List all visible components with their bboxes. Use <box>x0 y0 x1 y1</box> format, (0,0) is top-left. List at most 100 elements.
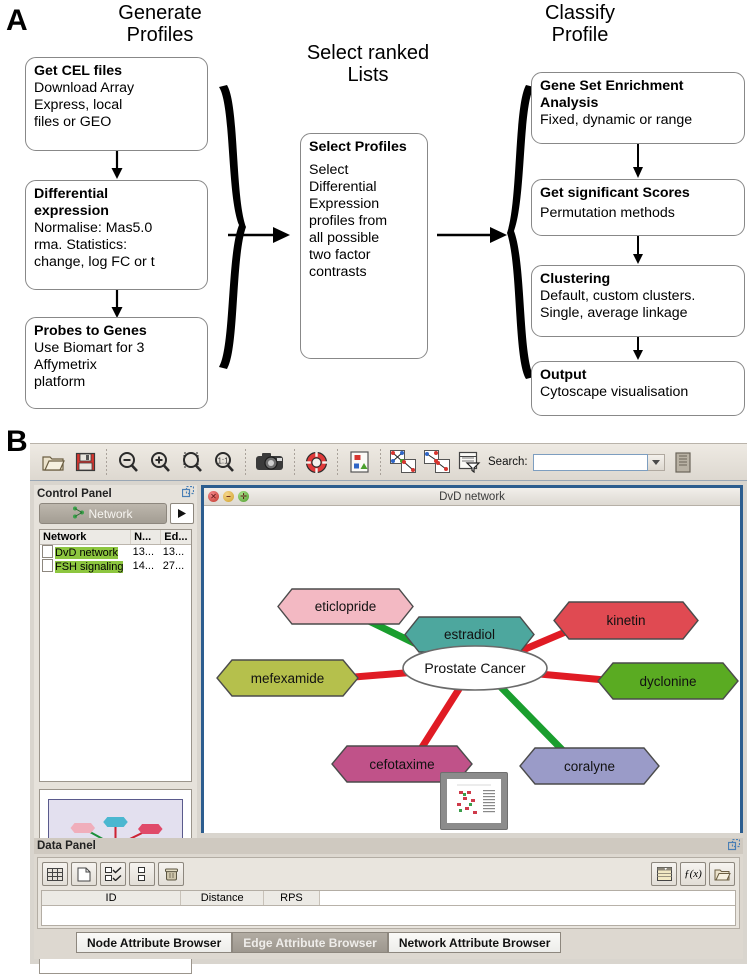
camera-icon[interactable] <box>253 448 287 476</box>
flow-box-line: Cytoscape visualisation <box>540 384 689 401</box>
delete-trash-icon[interactable] <box>158 862 184 886</box>
flow-box-get-significant-scores: Get significant Scores Permutation metho… <box>531 179 745 236</box>
node-label-dyclonine[interactable]: dyclonine <box>598 663 738 699</box>
search-input[interactable] <box>532 453 648 471</box>
search-label: Search: <box>488 456 528 468</box>
arrow-down-icon <box>633 236 643 264</box>
network-list[interactable]: Network N... Ed... DvD network 13... 13.… <box>39 529 192 782</box>
network-merge-icon[interactable] <box>388 448 418 476</box>
lifesaver-help-icon[interactable] <box>302 448 330 476</box>
data-panel-title: Data Panel <box>37 840 96 852</box>
flow-box-get-cel-files: Get CEL files Download Array Express, lo… <box>25 57 208 151</box>
zoom-out-icon[interactable] <box>114 448 142 476</box>
network-window-title: DvD network <box>439 490 505 503</box>
flow-box-heading: Gene Set Enrichment <box>540 78 684 94</box>
data-panel-tabs: Node Attribute Browser Edge Attribute Br… <box>34 932 743 953</box>
flow-box-heading: Get CEL files <box>34 63 123 79</box>
panel-b-letter: B <box>6 425 28 458</box>
column-header-distance[interactable]: Distance <box>180 891 265 906</box>
main-toolbar: 1:1 Search: <box>30 444 747 481</box>
zoom-selected-icon[interactable] <box>178 448 206 476</box>
search-input-field[interactable] <box>533 455 647 469</box>
vizmapper-icon[interactable] <box>345 448 373 476</box>
flow-box-probes-to-genes: Probes to Genes Use Biomart for 3 Affyme… <box>25 317 208 409</box>
node-text: coralyne <box>563 758 616 774</box>
filter-editor-icon[interactable] <box>456 448 482 476</box>
table-header-row: ID Distance RPS <box>42 891 735 906</box>
network-table-header-row: Network N... Ed... <box>40 530 191 545</box>
flow-box-heading: Probes to Genes <box>34 323 147 339</box>
network-canvas[interactable]: estradiol eticlopride kinetin mefexamide… <box>204 506 740 833</box>
tab-network[interactable]: Network <box>39 503 167 524</box>
node-text: cefotaxime <box>369 756 435 772</box>
tab-node-attribute-browser[interactable]: Node Attribute Browser <box>76 932 233 953</box>
data-panel-toolbar: ƒ(x) <box>38 858 739 890</box>
flow-box-line: rma. Statistics: <box>34 237 128 254</box>
node-attribute-icon[interactable] <box>671 448 699 476</box>
toolbar-separator <box>294 449 295 475</box>
table-row[interactable]: FSH signaling 14... 27... <box>40 559 191 573</box>
node-text: dyclonine <box>639 673 697 689</box>
col-title-line: Select ranked <box>306 42 430 64</box>
flow-box-line: profiles from <box>309 213 388 230</box>
network-row-name-cell[interactable]: DvD network <box>40 545 131 559</box>
column-header-id[interactable]: ID <box>42 891 182 906</box>
control-panel-header: Control Panel <box>34 485 197 502</box>
column-header-rps[interactable]: RPS <box>263 891 320 906</box>
toolbar-separator <box>106 449 107 475</box>
float-panel-icon[interactable] <box>181 485 195 501</box>
network-col-name: Network <box>40 530 132 545</box>
right-arrow-icon[interactable] <box>170 503 194 524</box>
tab-network-attribute-browser[interactable]: Network Attribute Browser <box>387 932 562 953</box>
toolbar-separator <box>380 449 381 475</box>
node-label-prostate-cancer[interactable]: Prostate Cancer <box>403 646 547 690</box>
node-text: mefexamide <box>250 670 325 686</box>
node-label-mefexamide[interactable]: mefexamide <box>217 660 358 696</box>
save-floppy-icon[interactable] <box>71 448 99 476</box>
tab-edge-attribute-browser[interactable]: Edge Attribute Browser <box>232 932 388 953</box>
network-filter-icon[interactable] <box>422 448 452 476</box>
network-row-name-cell[interactable]: FSH signaling <box>40 559 131 573</box>
canvas-overview-thumbnail[interactable] <box>440 772 508 830</box>
panel-a-letter: A <box>6 4 28 37</box>
function-builder-icon[interactable]: ƒ(x) <box>680 862 706 886</box>
flow-box-output: Output Cytoscape visualisation <box>531 361 745 416</box>
panel-a-flowchart: A Generate Profiles Select ranked Lists … <box>0 0 747 425</box>
zoom-actual-size-icon[interactable]: 1:1 <box>210 448 238 476</box>
attribute-table[interactable]: ID Distance RPS <box>41 890 736 926</box>
flow-box-line: Express, local <box>34 97 123 114</box>
network-row-edges: 27... <box>162 560 185 572</box>
arrow-right-to-select-profiles <box>228 227 290 243</box>
cytoscape-application-window: 1:1 Search: Control Panel Network Networ… <box>30 443 747 974</box>
node-text: eticlopride <box>314 599 377 614</box>
new-page-icon[interactable] <box>71 862 97 886</box>
flow-box-line: Default, custom clusters. <box>540 288 696 305</box>
open-folder-icon[interactable] <box>709 862 735 886</box>
node-text: Prostate Cancer <box>424 660 526 676</box>
control-panel-tabs: Network <box>34 502 197 527</box>
arrow-down-icon <box>633 144 643 178</box>
flow-box-clustering: Clustering Default, custom clusters. Sin… <box>531 265 745 337</box>
flow-box-line: files or GEO <box>34 114 112 131</box>
flow-box-line: Normalise: Mas5.0 <box>34 220 153 237</box>
table-grid-icon[interactable] <box>42 862 68 886</box>
col-title-line: Lists <box>347 64 389 87</box>
open-folder-icon[interactable] <box>39 448 67 476</box>
export-table-icon[interactable] <box>651 862 677 886</box>
node-label-coralyne[interactable]: coralyne <box>520 748 659 784</box>
zoom-in-icon[interactable] <box>146 448 174 476</box>
flow-box-line: two factor <box>309 247 371 264</box>
chevron-down-icon[interactable] <box>647 453 665 471</box>
column-title-classify-profile: Classify Profile <box>505 2 655 47</box>
flow-box-heading: Output <box>540 367 587 383</box>
col-title-line: Profiles <box>126 24 194 47</box>
column-header-empty <box>319 891 735 906</box>
select-all-icon[interactable] <box>100 862 126 886</box>
node-label-eticlopride[interactable]: eticlopride <box>278 589 413 624</box>
select-none-icon[interactable] <box>129 862 155 886</box>
flow-box-line: Use Biomart for 3 <box>34 340 145 357</box>
network-row-edges: 13... <box>162 546 185 558</box>
node-label-kinetin[interactable]: kinetin <box>554 602 698 639</box>
float-panel-icon[interactable] <box>727 838 741 854</box>
table-row[interactable]: DvD network 13... 13... <box>40 545 191 559</box>
